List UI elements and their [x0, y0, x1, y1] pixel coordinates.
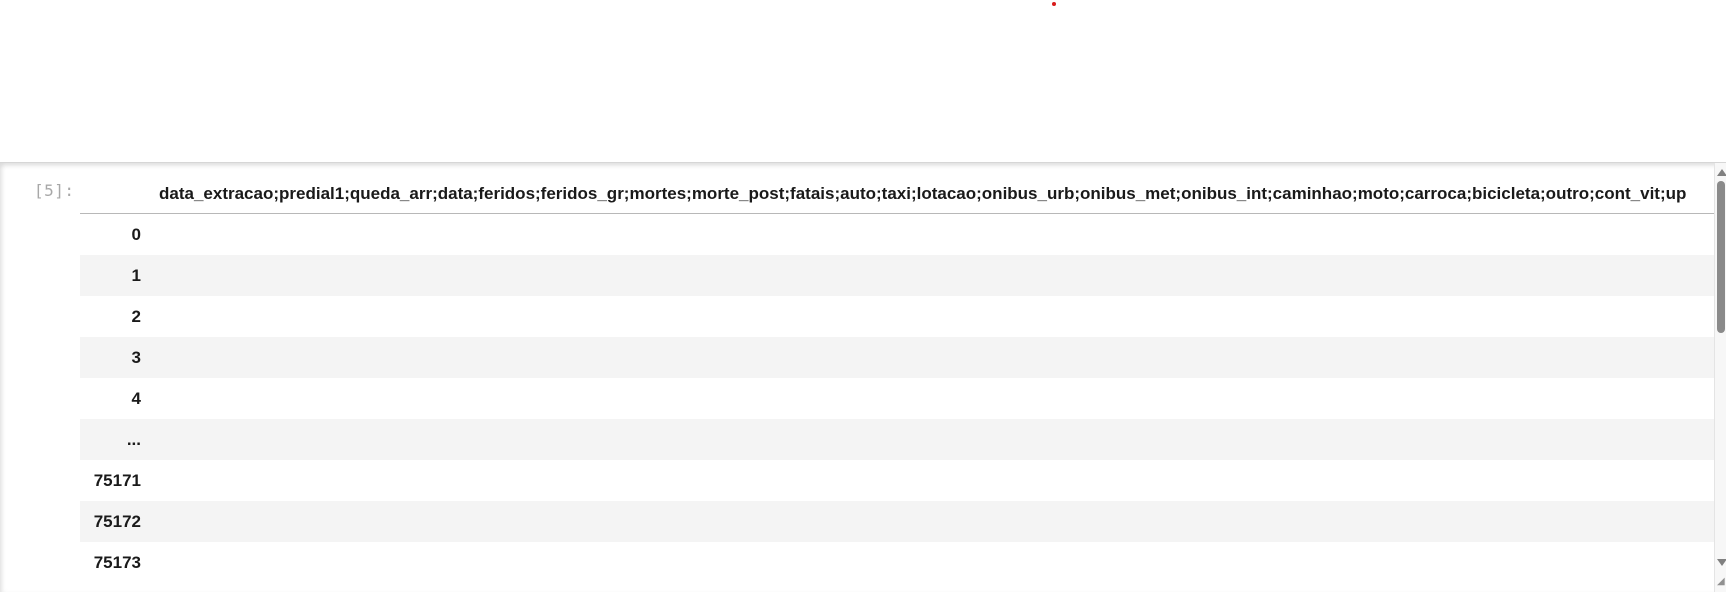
row-index: ... [126, 430, 141, 449]
column-header: data_extracao;predial1;queda_arr;data;fe… [159, 184, 1687, 203]
table-row: 4 [80, 378, 1715, 419]
table-row: 1 [80, 255, 1715, 296]
dataframe-table: data_extracao;predial1;queda_arr;data;fe… [80, 163, 1715, 592]
row-index: 75172 [93, 512, 141, 531]
row-index: 2 [131, 307, 141, 326]
cursor-marker [1052, 2, 1056, 6]
row-index: 75171 [93, 471, 141, 490]
row-index: 1 [131, 266, 141, 285]
table-header-row: data_extracao;predial1;queda_arr;data;fe… [80, 173, 1715, 214]
triangle-down-icon[interactable] [1717, 559, 1726, 566]
table-row: 75173 [80, 542, 1715, 583]
row-index: 4 [131, 389, 141, 408]
vertical-scrollbar[interactable]: ◢ [1714, 163, 1726, 592]
table-body: 0 1 2 3 4 ... 75171 75172 75173 [80, 214, 1715, 583]
triangle-up-icon[interactable] [1717, 169, 1726, 176]
scrollbar-thumb[interactable] [1717, 181, 1725, 333]
table-row: 75171 [80, 460, 1715, 501]
output-cell: [5]: data_extracao;predial1;queda_arr;da… [0, 162, 1726, 592]
row-index: 75173 [93, 553, 141, 572]
notebook-page: [5]: data_extracao;predial1;queda_arr;da… [0, 0, 1726, 592]
resize-grip-icon[interactable]: ◢ [1717, 577, 1725, 587]
table-row: 0 [80, 214, 1715, 255]
table-row-ellipsis: ... [80, 419, 1715, 460]
table-row: 2 [80, 296, 1715, 337]
row-index: 0 [131, 225, 141, 244]
table-row: 75172 [80, 501, 1715, 542]
execution-prompt: [5]: [34, 181, 75, 200]
table-row: 3 [80, 337, 1715, 378]
row-index: 3 [131, 348, 141, 367]
